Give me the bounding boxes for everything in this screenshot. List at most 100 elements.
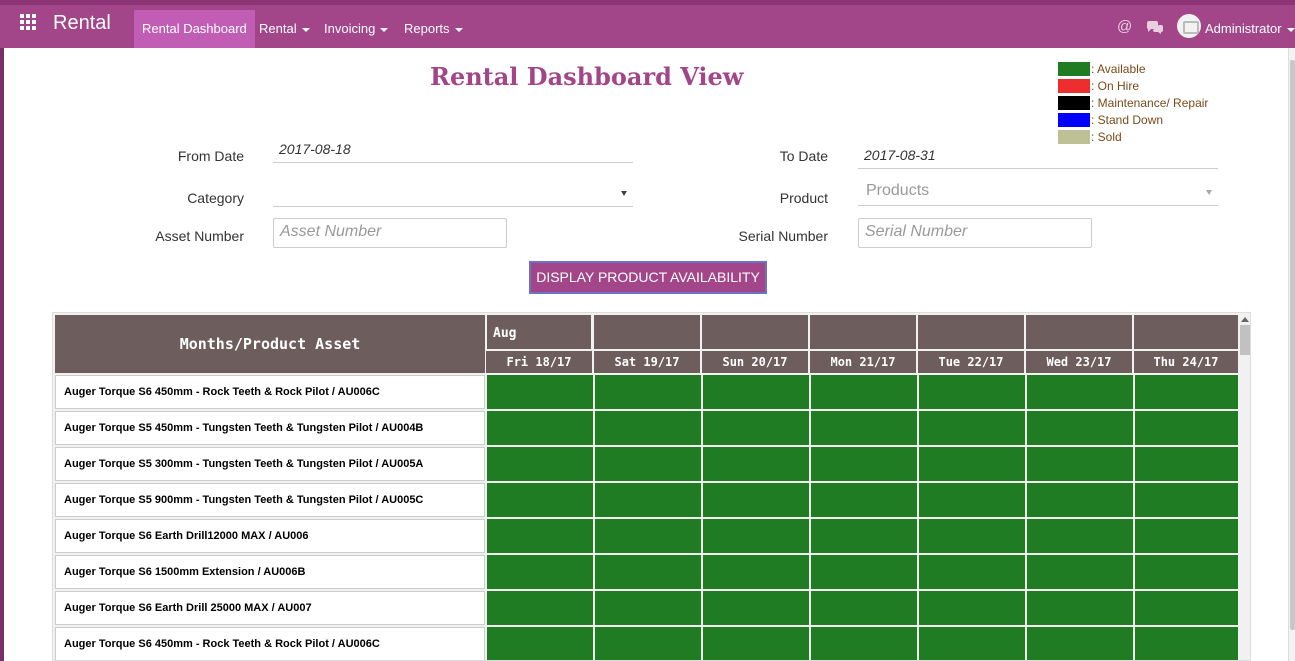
nav-rental[interactable]: Rental [251,10,318,48]
asset-number-input[interactable]: Asset Number [273,218,507,248]
availability-cell[interactable] [811,375,917,409]
product-placeholder: Products [866,182,930,199]
nav-invoicing[interactable]: Invoicing [316,10,396,48]
availability-cell[interactable] [1027,519,1133,553]
availability-cell[interactable] [703,591,809,625]
availability-cell[interactable] [595,555,701,589]
availability-cell[interactable] [1135,375,1238,409]
availability-cell[interactable] [703,447,809,481]
availability-cell[interactable] [1027,411,1133,445]
availability-cell[interactable] [703,483,809,517]
display-availability-button[interactable]: DISPLAY PRODUCT AVAILABILITY [529,261,767,294]
avatar[interactable] [1177,14,1201,38]
availability-cell[interactable] [703,411,809,445]
category-select[interactable] [273,183,633,207]
from-date-input[interactable]: 2017-08-18 [273,139,633,163]
scroll-up-icon[interactable] [1241,317,1249,322]
availability-cell[interactable] [811,411,917,445]
legend-label: : Maintenance/ Repair [1091,95,1209,110]
availability-cell[interactable] [811,447,917,481]
availability-cell[interactable] [811,519,917,553]
product-label: Product [779,190,828,206]
availability-cell[interactable] [595,447,701,481]
legend-label: : On Hire [1091,78,1140,93]
table-row-label: Auger Torque S6 450mm - Rock Teeth & Roc… [55,627,485,660]
caret-down-icon [380,27,389,32]
availability-cell[interactable] [811,627,917,660]
availability-cell[interactable] [1027,447,1133,481]
availability-cell[interactable] [703,375,809,409]
chat-icon[interactable] [1146,21,1164,40]
availability-cell[interactable] [919,519,1025,553]
availability-cell[interactable] [919,627,1025,660]
select-caret-icon [621,191,627,196]
availability-cell[interactable] [919,447,1025,481]
grid-corner-header: Months/Product Asset [55,315,485,373]
availability-cell[interactable] [487,519,593,553]
availability-cell[interactable] [1135,483,1238,517]
availability-cell[interactable] [703,519,809,553]
legend-item: : Stand Down [1058,111,1208,128]
nav-rental-dashboard[interactable]: Rental Dashboard [134,10,255,48]
availability-cell[interactable] [1135,627,1238,660]
availability-cell[interactable] [919,555,1025,589]
availability-cell[interactable] [811,483,917,517]
availability-cell[interactable] [1135,591,1238,625]
category-label: Category [187,190,244,206]
availability-cell[interactable] [703,555,809,589]
product-select[interactable]: Products [858,182,1218,206]
navbar-accent [0,0,1295,5]
availability-cell[interactable] [1135,411,1238,445]
nav-reports[interactable]: Reports [396,10,471,48]
availability-cell[interactable] [1027,483,1133,517]
availability-cell[interactable] [595,627,701,660]
day-header: Sat 19/17 [594,351,700,373]
caret-down-icon[interactable] [1287,28,1295,32]
at-icon[interactable]: @ [1117,18,1132,35]
to-date-input[interactable]: 2017-08-31 [858,145,1218,169]
availability-cell[interactable] [1027,555,1133,589]
apps-grid-icon[interactable] [20,14,38,32]
availability-cell[interactable] [487,483,593,517]
availability-cell[interactable] [595,591,701,625]
availability-cell[interactable] [919,375,1025,409]
grid-scrollbar[interactable] [1238,313,1250,660]
availability-cell[interactable] [487,591,593,625]
availability-cell[interactable] [487,447,593,481]
serial-number-input[interactable]: Serial Number [858,218,1092,248]
table-row-label: Auger Torque S6 450mm - Rock Teeth & Roc… [55,375,485,409]
availability-cell[interactable] [1027,375,1133,409]
availability-cell[interactable] [919,591,1025,625]
availability-cell[interactable] [919,411,1025,445]
app-brand[interactable]: Rental [53,12,111,35]
availability-cell[interactable] [487,627,593,660]
availability-cell[interactable] [703,627,809,660]
availability-cell[interactable] [1135,555,1238,589]
availability-cell[interactable] [487,411,593,445]
availability-cell[interactable] [1135,519,1238,553]
availability-cell[interactable] [595,375,701,409]
availability-cell[interactable] [487,555,593,589]
legend-swatch [1058,78,1090,93]
legend-swatch [1058,112,1090,127]
month-header-empty [1134,315,1238,349]
availability-cell[interactable] [919,483,1025,517]
day-header: Tue 22/17 [918,351,1024,373]
availability-cell[interactable] [1027,627,1133,660]
availability-cell[interactable] [595,519,701,553]
availability-cell[interactable] [1135,447,1238,481]
page-scrollbar-thumb[interactable] [1290,60,1295,630]
availability-cell[interactable] [1027,591,1133,625]
page-scrollbar[interactable] [1288,48,1295,661]
day-header: Sun 20/17 [702,351,808,373]
nav-invoicing-label: Invoicing [324,21,376,36]
legend-label: : Available [1091,61,1146,76]
availability-cell[interactable] [487,375,593,409]
grid-scrollbar-thumb[interactable] [1240,325,1250,355]
availability-cell[interactable] [811,555,917,589]
availability-cell[interactable] [595,483,701,517]
availability-cell[interactable] [595,411,701,445]
availability-cell[interactable] [811,591,917,625]
user-name[interactable]: Administrator [1205,21,1282,36]
month-header-empty [702,315,808,349]
